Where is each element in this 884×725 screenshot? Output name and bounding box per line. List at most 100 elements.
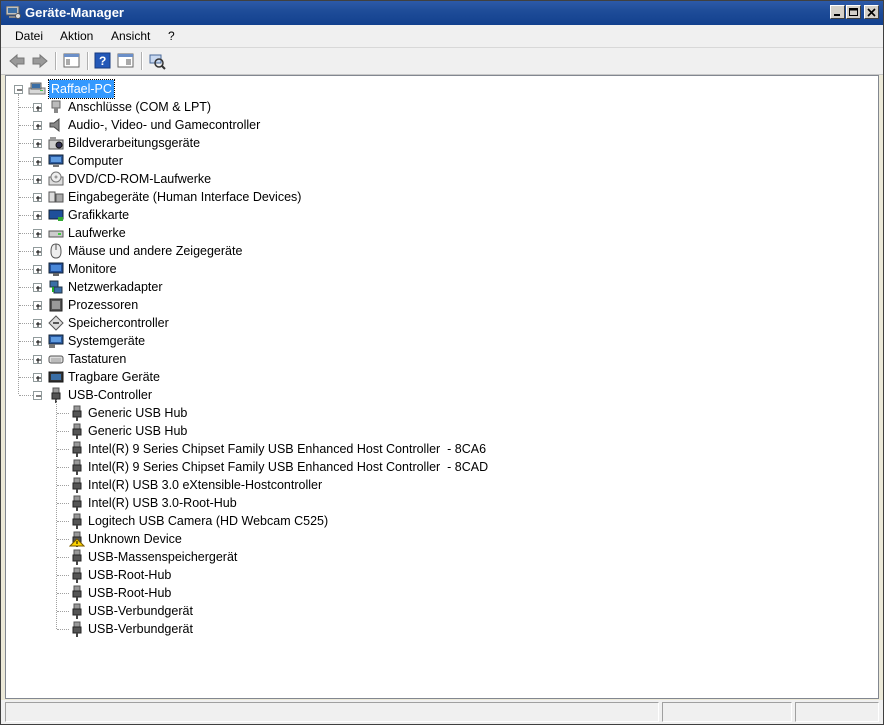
root-collapse-toggle[interactable] xyxy=(14,85,23,94)
expand-toggle[interactable] xyxy=(33,121,42,130)
device-label: Generic USB Hub xyxy=(88,406,188,420)
expand-toggle[interactable] xyxy=(33,355,42,364)
storage-controller-icon xyxy=(48,315,64,331)
forward-button[interactable] xyxy=(30,51,50,71)
tree-line xyxy=(19,359,33,360)
tree-line xyxy=(18,94,19,394)
computer-icon xyxy=(48,153,64,169)
tree-line xyxy=(57,521,69,522)
tree-line xyxy=(57,413,69,414)
expand-toggle[interactable] xyxy=(33,175,42,184)
device-label: Unknown Device xyxy=(88,532,182,546)
usb-device-icon xyxy=(69,495,85,511)
usb-device-icon xyxy=(69,459,85,475)
usb-device-icon xyxy=(69,423,85,439)
category-label: Prozessoren xyxy=(68,298,139,312)
toolbar-separator xyxy=(87,52,89,70)
toolbar-separator xyxy=(55,52,57,70)
tree-line xyxy=(19,143,33,144)
expand-toggle[interactable] xyxy=(33,319,42,328)
category-label: Bildverarbeitungsgeräte xyxy=(68,136,201,150)
status-bar xyxy=(1,700,883,724)
device-label: Intel(R) USB 3.0-Root-Hub xyxy=(88,496,237,510)
expand-toggle[interactable] xyxy=(33,139,42,148)
network-icon xyxy=(48,279,64,295)
usb-device-icon xyxy=(69,567,85,583)
properties-pane-icon xyxy=(117,53,134,68)
toolbar-separator xyxy=(141,52,143,70)
expand-toggle[interactable] xyxy=(33,283,42,292)
tree-line xyxy=(19,305,33,306)
usb-device-icon xyxy=(69,405,85,421)
tree-line xyxy=(19,287,33,288)
back-button[interactable] xyxy=(7,51,27,71)
properties-button[interactable] xyxy=(116,51,136,71)
minimize-button[interactable] xyxy=(830,5,845,19)
close-button[interactable] xyxy=(864,5,879,19)
show-hide-console-tree-button[interactable] xyxy=(62,51,82,71)
hid-icon xyxy=(48,189,64,205)
category-label: Mäuse und andere Zeigegeräte xyxy=(68,244,243,258)
back-arrow-icon xyxy=(9,53,25,69)
tree-line xyxy=(19,395,33,396)
tree-line xyxy=(19,125,33,126)
usb-device-icon xyxy=(69,441,85,457)
expand-toggle[interactable] xyxy=(33,211,42,220)
expand-toggle[interactable] xyxy=(33,157,42,166)
device-label: USB-Root-Hub xyxy=(88,568,172,582)
forward-arrow-icon xyxy=(32,53,48,69)
tree-line xyxy=(19,251,33,252)
tree-line xyxy=(57,611,69,612)
tree-line xyxy=(19,197,33,198)
usb-warning-icon xyxy=(68,531,86,547)
usb-device-icon xyxy=(69,621,85,637)
expand-toggle[interactable] xyxy=(33,373,42,382)
device-label: USB-Massenspeichergerät xyxy=(88,550,238,564)
usb-device-icon xyxy=(69,513,85,529)
status-panel-main xyxy=(5,702,659,722)
system-device-icon xyxy=(48,333,64,349)
expand-toggle[interactable] xyxy=(33,193,42,202)
category-label: Grafikkarte xyxy=(68,208,130,222)
console-tree-icon xyxy=(63,53,80,68)
status-panel-2 xyxy=(662,702,792,722)
speaker-icon xyxy=(48,117,64,133)
title-bar[interactable]: Geräte-Manager xyxy=(1,1,883,25)
tree-line xyxy=(57,539,69,540)
expand-toggle[interactable] xyxy=(33,247,42,256)
tree-line xyxy=(19,161,33,162)
category-label: Monitore xyxy=(68,262,117,276)
tree-line xyxy=(19,269,33,270)
menu-aktion[interactable]: Aktion xyxy=(58,29,95,43)
expand-toggle[interactable] xyxy=(33,229,42,238)
tree-line xyxy=(57,557,69,558)
expand-toggle[interactable] xyxy=(33,103,42,112)
expand-toggle[interactable] xyxy=(33,391,42,400)
expand-toggle[interactable] xyxy=(33,265,42,274)
expand-toggle[interactable] xyxy=(33,301,42,310)
category-label: Tastaturen xyxy=(68,352,127,366)
device-label: Generic USB Hub xyxy=(88,424,188,438)
caption-buttons xyxy=(830,5,879,19)
help-button[interactable]: ? xyxy=(93,51,113,71)
expand-toggle[interactable] xyxy=(33,337,42,346)
menu-ansicht[interactable]: Ansicht xyxy=(109,29,152,43)
device-label: USB-Verbundgerät xyxy=(88,622,193,636)
menu-bar: Datei Aktion Ansicht ? xyxy=(1,25,883,48)
tree-line xyxy=(19,323,33,324)
menu-datei[interactable]: Datei xyxy=(13,29,45,43)
tree-line xyxy=(57,575,69,576)
device-label: Logitech USB Camera (HD Webcam C525) xyxy=(88,514,329,528)
root-label: Raffael-PC xyxy=(48,79,115,99)
menu-help[interactable]: ? xyxy=(166,29,177,43)
tree-line xyxy=(19,233,33,234)
category-label: Eingabegeräte (Human Interface Devices) xyxy=(68,190,302,204)
monitor-icon xyxy=(48,261,64,277)
tree-line xyxy=(19,179,33,180)
usb-device-icon xyxy=(69,549,85,565)
cpu-icon xyxy=(48,297,64,313)
scan-hardware-button[interactable] xyxy=(147,51,167,71)
port-icon xyxy=(48,99,64,115)
device-tree[interactable]: Raffael-PC Anschlüsse (COM & LPT) Audio-,… xyxy=(5,75,879,699)
maximize-button[interactable] xyxy=(846,5,861,19)
